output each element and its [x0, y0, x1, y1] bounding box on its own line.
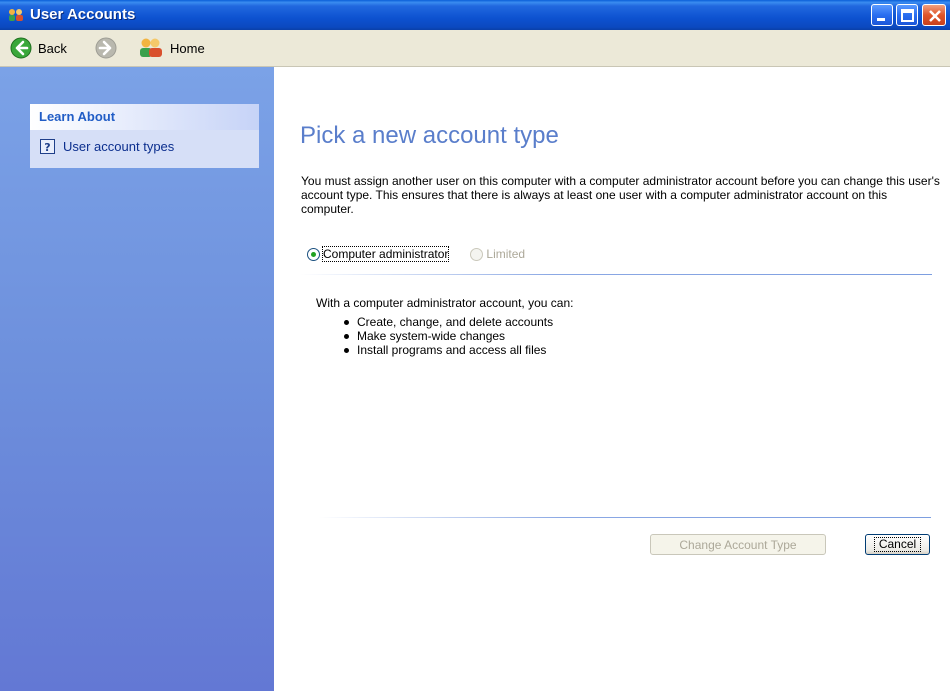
back-label: Back [38, 40, 67, 56]
maximize-button[interactable] [896, 4, 918, 26]
radio-computer-administrator[interactable] [307, 247, 320, 261]
home-users-icon [140, 38, 162, 57]
task-sidebar: Learn About ? User account types [0, 67, 274, 691]
main-content: Pick a new account type You must assign … [274, 67, 950, 691]
radio-computer-administrator-label[interactable]: Computer administrator [321, 246, 450, 262]
home-label: Home [170, 40, 205, 56]
radio-limited-label[interactable]: Limited [486, 247, 525, 261]
account-type-group: Computer administrator Limited [307, 244, 525, 264]
window-title: User Accounts [30, 6, 136, 23]
maximize-icon [901, 9, 914, 22]
forward-button[interactable] [95, 36, 117, 60]
list-item: Make system-wide changes [342, 329, 553, 343]
navigation-toolbar: Back Home [0, 30, 950, 67]
minimize-icon [877, 18, 885, 21]
learn-about-panel: Learn About ? User account types [30, 104, 259, 168]
learn-about-title: Learn About [39, 109, 116, 124]
cancel-button[interactable]: Cancel [865, 534, 930, 555]
list-item: Create, change, and delete accounts [342, 315, 553, 329]
title-bar: User Accounts [0, 0, 950, 30]
help-icon: ? [40, 139, 55, 154]
intro-text: You must assign another user on this com… [301, 174, 940, 216]
page-title: Pick a new account type [300, 122, 559, 149]
back-arrow-icon [10, 37, 32, 59]
capabilities-list: Create, change, and delete accounts Make… [342, 315, 553, 357]
learn-about-header: Learn About [30, 104, 259, 130]
change-account-type-label: Change Account Type [679, 537, 797, 552]
radio-limited[interactable] [470, 247, 484, 261]
capabilities-heading: With a computer administrator account, y… [316, 296, 574, 310]
minimize-button[interactable] [871, 4, 893, 26]
change-account-type-button[interactable]: Change Account Type [650, 534, 826, 555]
link-user-account-types[interactable]: ? User account types [40, 139, 174, 154]
back-button[interactable]: Back [10, 36, 67, 60]
buttons-divider [319, 517, 931, 518]
link-user-account-types-label: User account types [63, 139, 175, 154]
close-button[interactable] [922, 4, 946, 26]
section-divider [300, 274, 932, 275]
cancel-label: Cancel [873, 537, 922, 552]
forward-arrow-icon [95, 37, 117, 59]
close-icon [929, 10, 941, 22]
user-accounts-icon [9, 9, 23, 21]
home-button[interactable]: Home [138, 36, 205, 60]
list-item: Install programs and access all files [342, 343, 553, 357]
